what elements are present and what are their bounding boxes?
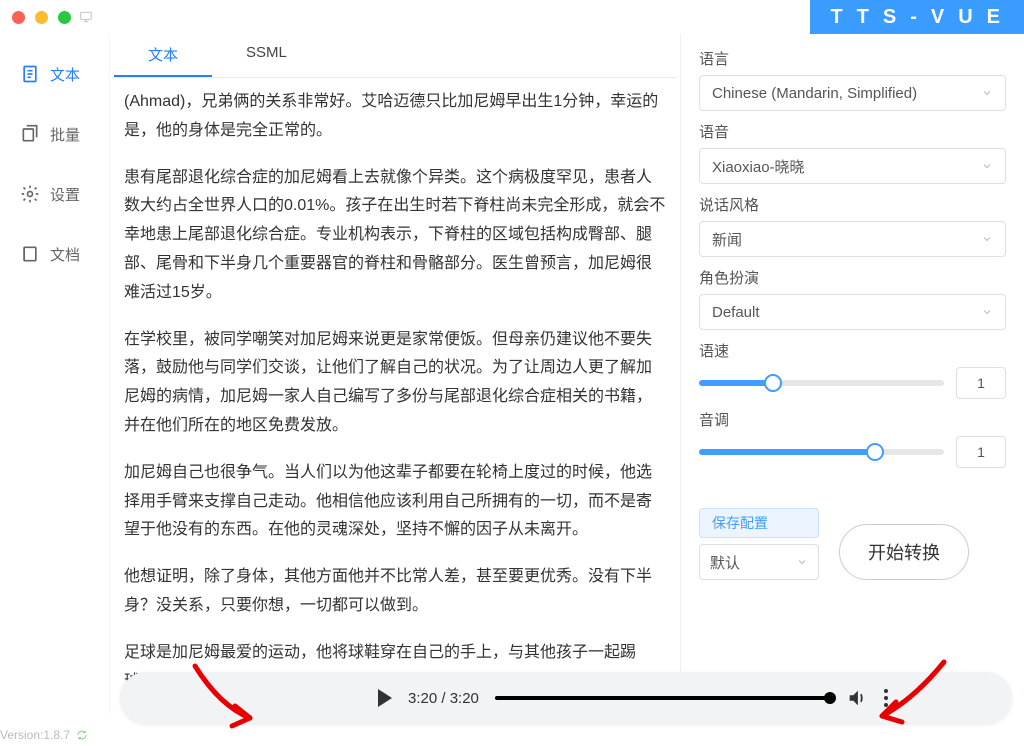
annotation-arrow bbox=[864, 654, 954, 734]
voice-select[interactable]: Xiaoxiao-晓晓 bbox=[699, 148, 1006, 184]
sidebar: 文本 批量 设置 文档 bbox=[0, 34, 110, 714]
style-select[interactable]: 新闻 bbox=[699, 221, 1006, 257]
text-content[interactable]: (Ahmad)，兄弟俩的关系非常好。艾哈迈德只比加尼姆早出生1分钟，幸运的是，他… bbox=[114, 78, 676, 688]
paragraph: 他想证明，除了身体，其他方面他并不比常人差，甚至要更优秀。没有下半身？没关系，只… bbox=[124, 563, 666, 621]
chevron-down-icon bbox=[981, 160, 993, 172]
pitch-value[interactable]: 1 bbox=[956, 436, 1006, 468]
tab-ssml[interactable]: SSML bbox=[212, 34, 321, 77]
start-convert-button[interactable]: 开始转换 bbox=[839, 524, 969, 580]
progress-bar[interactable] bbox=[495, 696, 830, 700]
rate-value[interactable]: 1 bbox=[956, 367, 1006, 399]
language-value: Chinese (Mandarin, Simplified) bbox=[712, 85, 917, 102]
tab-text[interactable]: 文本 bbox=[114, 34, 212, 77]
paragraph: (Ahmad)，兄弟俩的关系非常好。艾哈迈德只比加尼姆早出生1分钟，幸运的是，他… bbox=[124, 88, 666, 146]
role-select[interactable]: Default bbox=[699, 294, 1006, 330]
chevron-down-icon bbox=[981, 306, 993, 318]
sidebar-item-batch[interactable]: 批量 bbox=[0, 104, 109, 164]
rate-label: 语速 bbox=[699, 340, 1006, 361]
window-controls bbox=[12, 11, 71, 24]
minimize-window-button[interactable] bbox=[35, 11, 48, 24]
sidebar-item-settings[interactable]: 设置 bbox=[0, 164, 109, 224]
gear-icon bbox=[20, 184, 40, 204]
titlebar: TTS-VUE bbox=[0, 0, 1024, 34]
version-label: Version:1.8.7 bbox=[0, 728, 88, 742]
paragraph: 在学校里，被同学嘲笑对加尼姆来说更是家常便饭。但母亲仍建议他不要失落，鼓励他与同… bbox=[124, 326, 666, 441]
pitch-label: 音调 bbox=[699, 409, 1006, 430]
paragraph: 患有尾部退化综合症的加尼姆看上去就像个异类。这个病极度罕见，患者人数大约占全世界… bbox=[124, 164, 666, 308]
language-select[interactable]: Chinese (Mandarin, Simplified) bbox=[699, 75, 1006, 111]
sidebar-item-text[interactable]: 文本 bbox=[0, 44, 109, 104]
chevron-down-icon bbox=[981, 87, 993, 99]
role-label: 角色扮演 bbox=[699, 267, 1006, 288]
sidebar-item-docs[interactable]: 文档 bbox=[0, 224, 109, 284]
voice-value: Xiaoxiao-晓晓 bbox=[712, 156, 805, 177]
chevron-down-icon bbox=[796, 556, 808, 568]
sidebar-item-label: 文本 bbox=[50, 64, 80, 85]
maximize-window-button[interactable] bbox=[58, 11, 71, 24]
sidebar-item-label: 文档 bbox=[50, 244, 80, 265]
preset-select[interactable]: 默认 bbox=[699, 544, 819, 580]
document-icon bbox=[20, 64, 40, 84]
paragraph: 加尼姆自己也很争气。当人们以为他这辈子都要在轮椅上度过的时候，他选择用手臂来支撑… bbox=[124, 459, 666, 545]
chevron-down-icon bbox=[981, 233, 993, 245]
monitor-icon bbox=[79, 10, 93, 24]
language-label: 语言 bbox=[699, 48, 1006, 69]
batch-icon bbox=[20, 124, 40, 144]
save-config-button[interactable]: 保存配置 bbox=[699, 508, 819, 538]
player-time: 3:20 / 3:20 bbox=[408, 690, 479, 707]
play-button[interactable] bbox=[378, 689, 392, 707]
sidebar-item-label: 批量 bbox=[50, 124, 80, 145]
annotation-arrow bbox=[180, 656, 280, 736]
app-logo: TTS-VUE bbox=[810, 0, 1024, 34]
pitch-slider[interactable] bbox=[699, 449, 944, 455]
style-label: 说话风格 bbox=[699, 194, 1006, 215]
rate-slider[interactable] bbox=[699, 380, 944, 386]
config-panel: 语言 Chinese (Mandarin, Simplified) 语音 Xia… bbox=[680, 34, 1024, 714]
sidebar-item-label: 设置 bbox=[50, 184, 80, 205]
voice-label: 语音 bbox=[699, 121, 1006, 142]
role-value: Default bbox=[712, 304, 760, 321]
docs-icon bbox=[20, 244, 40, 264]
refresh-icon[interactable] bbox=[76, 729, 88, 741]
tabs: 文本 SSML bbox=[114, 34, 676, 78]
style-value: 新闻 bbox=[712, 229, 742, 250]
close-window-button[interactable] bbox=[12, 11, 25, 24]
main-panel: 文本 SSML (Ahmad)，兄弟俩的关系非常好。艾哈迈德只比加尼姆早出生1分… bbox=[110, 34, 680, 714]
preset-value: 默认 bbox=[710, 552, 740, 573]
